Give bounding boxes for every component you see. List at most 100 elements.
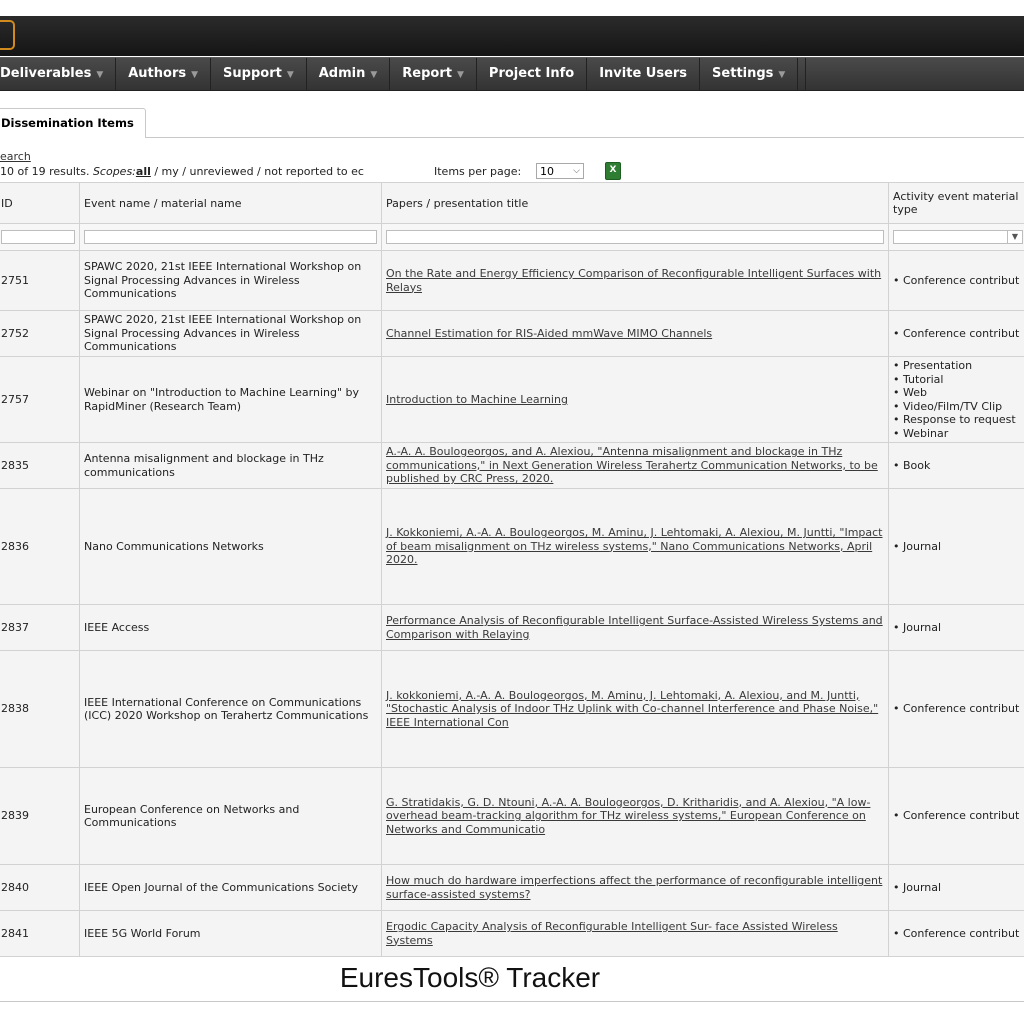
id-cell: 2752 [0,310,80,357]
activity-type-item: Presentation [893,359,1024,373]
table-row[interactable]: 2835 Antenna misalignment and blockage in… [0,442,1024,489]
activity-type-list: Conference contribut [893,274,1024,288]
event-name-cell: SPAWC 2020, 21st IEEE International Work… [79,310,382,357]
activity-type-item: Video/Film/TV Clip [893,400,1024,414]
paper-title-link[interactable]: J. kokkoniemi, A.-A. A. Boulogeorgos, M.… [386,689,878,729]
id-cell: 2835 [0,442,80,489]
paper-title-link[interactable]: How much do hardware imperfections affec… [386,874,882,901]
paper-title-link[interactable]: A.-A. A. Boulogeorgos, and A. Alexiou, "… [386,445,878,485]
paper-cell: Performance Analysis of Reconfigurable I… [381,604,889,651]
results-count: 10 of 19 results. [0,165,93,178]
activity-type-cell: Book [888,442,1024,489]
paper-filter-input[interactable] [386,230,884,244]
table-row[interactable]: 2840 IEEE Open Journal of the Communicati… [0,864,1024,911]
id-cell: 2841 [0,910,80,957]
event-name-cell: European Conference on Networks and Comm… [79,767,382,865]
chevron-down-icon: ▼ [778,70,786,80]
scope-other-links[interactable]: / my / unreviewed / not reported to ec [151,165,364,178]
menu-authors[interactable]: Authors ▼ [116,58,212,90]
scope-all-link[interactable]: all [136,165,151,178]
paper-cell: A.-A. A. Boulogeorgos, and A. Alexiou, "… [381,442,889,489]
menu-spacer [798,58,807,90]
column-header-event[interactable]: Event name / material name [79,182,382,224]
activity-type-cell: PresentationTutorialWebVideo/Film/TV Cli… [888,356,1024,443]
menu-item-label: Deliverables [0,66,92,81]
activity-type-item: Journal [893,540,1024,554]
table-row[interactable]: 2841 IEEE 5G World Forum Ergodic Capacity … [0,910,1024,957]
activity-type-item: Web [893,386,1024,400]
items-per-page-select[interactable]: 10 ⌵ [536,163,584,179]
paper-cell: How much do hardware imperfections affec… [381,864,889,911]
table-row[interactable]: 2837 IEEE Access Performance Analysis of R… [0,604,1024,651]
caption-title: EuresTools® Tracker [339,962,601,993]
chevron-down-icon: ▼ [370,70,378,80]
event-name-cell: IEEE Open Journal of the Communications … [79,864,382,911]
activity-type-filter-select[interactable]: ▼ [893,230,1023,244]
table-row[interactable]: 2752 SPAWC 2020, 21st IEEE International … [0,310,1024,357]
paper-title-link[interactable]: Ergodic Capacity Analysis of Reconfigura… [386,920,838,947]
menu-item-label: Settings [712,66,774,81]
menu-report[interactable]: Report ▼ [390,58,477,90]
menu-item-label: Invite Users [599,66,688,81]
event-name-cell: SPAWC 2020, 21st IEEE International Work… [79,250,382,311]
table-row[interactable]: 2836 Nano Communications Networks J. Kokko… [0,488,1024,605]
activity-type-cell: Conference contribut [888,310,1024,357]
event-name-cell: Nano Communications Networks [79,488,382,605]
column-header-paper[interactable]: Papers / presentation title [381,182,889,224]
activity-type-cell: Conference contribut [888,650,1024,768]
tab-dissemination-items[interactable]: Dissemination Items [0,108,146,138]
table-row[interactable]: 2839 European Conference on Networks and … [0,767,1024,865]
column-header-activity-type[interactable]: Activity event material type [888,182,1024,224]
excel-export-icon[interactable]: X [605,162,621,180]
menu-admin[interactable]: Admin ▼ [307,58,391,90]
menu-invite-users[interactable]: Invite Users [587,58,701,90]
id-cell: 2840 [0,864,80,911]
paper-title-link[interactable]: G. Stratidakis, G. D. Ntouni, A.-A. A. B… [386,796,870,836]
paper-cell: G. Stratidakis, G. D. Ntouni, A.-A. A. B… [381,767,889,865]
paper-title-link[interactable]: On the Rate and Energy Efficiency Compar… [386,267,881,294]
chevron-down-icon: ▼ [457,70,464,80]
app-logo[interactable] [0,20,15,50]
menu-support[interactable]: Support ▼ [211,58,307,90]
paper-title-link[interactable]: J. Kokkoniemi, A.-A. A. Boulogeorgos, M.… [386,526,883,566]
filter-cell [381,223,889,251]
event-filter-input[interactable] [84,230,377,244]
id-cell: 2839 [0,767,80,865]
activity-type-item: Conference contribut [893,327,1024,341]
id-cell: 2757 [0,356,80,443]
paper-title-link[interactable]: Performance Analysis of Reconfigurable I… [386,614,883,641]
menu-item-label: Authors [128,66,187,81]
activity-type-item: Journal [893,881,1024,895]
table-row[interactable]: 2751 SPAWC 2020, 21st IEEE International … [0,250,1024,311]
activity-type-list: PresentationTutorialWebVideo/Film/TV Cli… [893,359,1024,440]
activity-type-list: Conference contribut [893,809,1024,823]
paper-cell: J. Kokkoniemi, A.-A. A. Boulogeorgos, M.… [381,488,889,605]
tab-strip: Dissemination Items [0,105,1024,138]
filter-row: ▼ [0,223,1024,251]
activity-type-item: Conference contribut [893,809,1024,823]
activity-type-cell: Journal [888,488,1024,605]
event-name-cell: Antenna misalignment and blockage in THz… [79,442,382,489]
dissemination-table: ID Event name / material name Papers / p… [0,182,1024,957]
column-header-id[interactable]: ID [0,182,80,224]
table-row[interactable]: 2757 Webinar on "Introduction to Machine … [0,356,1024,443]
activity-type-cell: Conference contribut [888,767,1024,865]
id-filter-input[interactable] [1,230,75,244]
search-link[interactable]: earch [0,150,31,163]
menu-deliverables[interactable]: Deliverables ▼ [0,58,117,90]
id-cell: 2836 [0,488,80,605]
menu-item-label: Support [223,66,282,81]
menu-settings[interactable]: Settings ▼ [700,58,799,90]
event-name-cell: IEEE International Conference on Communi… [79,650,382,768]
chevron-down-icon: ▼ [191,70,199,80]
activity-type-item: Journal [893,621,1024,635]
paper-cell: Channel Estimation for RIS-Aided mmWave … [381,310,889,357]
paper-title-link[interactable]: Channel Estimation for RIS-Aided mmWave … [386,327,712,340]
items-per-page-label: Items per page: [434,165,522,178]
activity-type-cell: Conference contribut [888,250,1024,311]
paper-title-link[interactable]: Introduction to Machine Learning [386,393,568,406]
activity-type-item: Conference contribut [893,274,1024,288]
table-row[interactable]: 2838 IEEE International Conference on Com… [0,650,1024,768]
menu-project-info[interactable]: Project Info [477,58,588,90]
items-per-page-value: 10 [540,165,554,178]
